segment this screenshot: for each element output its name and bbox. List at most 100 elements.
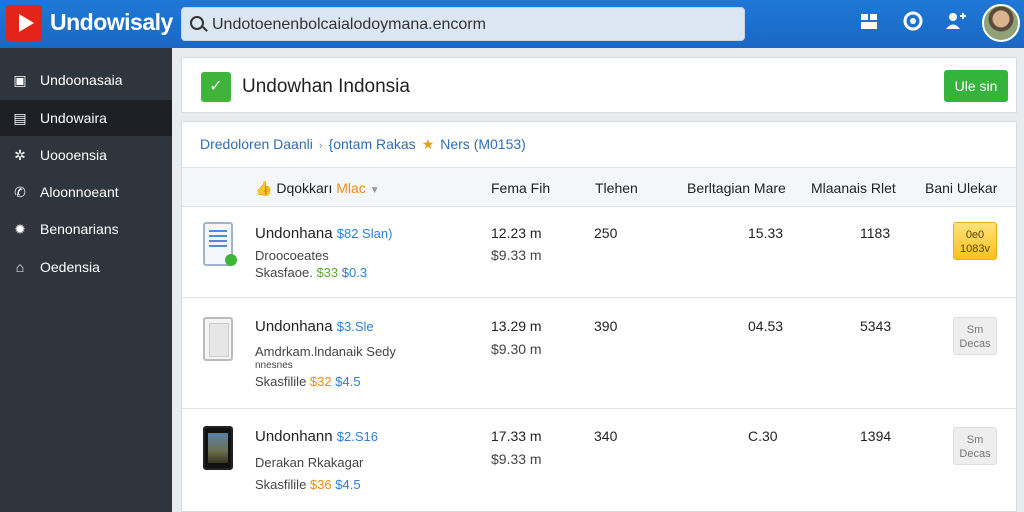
column-highlight: Mlac [336,180,366,196]
cell-value: C.30 [748,428,778,444]
home-icon: ⌂ [15,259,25,275]
status-button[interactable]: Sm Decas [953,317,997,355]
product-price: $3.Sle [336,319,374,334]
add-user-icon[interactable] [945,11,967,33]
cell-value: $9.33 m [491,451,542,467]
phone-icon [203,426,233,470]
column-header-product[interactable]: 👍 Dqokkarı Mlac ▼ [255,180,380,197]
product-meta: Skasfaoe. $33 $0.3 [255,265,367,280]
document-icon [203,222,237,266]
check-icon: ✓ [201,72,231,102]
cell-value: 17.33 m [491,428,542,444]
table-row[interactable]: Undonhana $3.Sle Amdrkam.lndanaik Sedy n… [182,299,1016,409]
cell-value: 04.53 [748,318,784,334]
cell-value: $9.33 m [491,247,542,263]
search-bar[interactable]: Undotoenenbolcaialodoymana.encorm [181,7,745,41]
sidebar-item-5[interactable]: ✹ Benonarians [0,211,172,247]
primary-button[interactable]: Ule sin [944,70,1008,102]
status-line: Sm [966,324,984,336]
sidebar-item-6[interactable]: ⌂ Oedensia [0,249,172,285]
meta-value: $4.5 [335,374,361,389]
breadcrumb-item[interactable]: Ners (M0153) [440,136,526,152]
sidebar-item-2[interactable]: ▤ Undowaira [0,100,172,136]
product-meta: Skasfilile $36 $4.5 [255,477,361,492]
calendar-icon: ▣ [13,72,27,88]
meta-price: $36 [309,477,332,492]
status-button[interactable]: Sm Decas [953,427,997,465]
cell-value: 250 [594,225,618,241]
chevron-right-icon: › [318,140,323,152]
star-icon: ★ [421,136,435,152]
status-line: 1083v [960,243,990,255]
sidebar-item-label: Undoonasaia [40,72,123,88]
column-header-2[interactable]: Tlehen [595,180,638,196]
thumbs-up-icon: 👍 [255,180,273,196]
cell-value: 5343 [860,318,892,334]
product-meta: Skasfilile $32 $4.5 [255,374,361,389]
gear-icon: ✹ [14,221,26,237]
page-title: Undowhan Indonsia [242,76,410,97]
sidebar: ▣ Undoonasaia ▤ Undowaira ✲ Uoooensia ✆ … [0,48,172,512]
cell-value: $9.30 m [491,341,542,357]
table-row[interactable]: Undonhana $82 Slan) Droocoeates Skasfaoe… [182,208,1016,298]
meta-price: $32 [309,374,332,389]
table-row[interactable]: Undonhann $2.S16 Derakan Rkakagar Skasfi… [182,410,1016,511]
sidebar-item-label: Benonarians [40,221,119,237]
meta-label: Skasfaoe. [255,265,313,280]
caret-down-icon: ▼ [369,185,380,196]
product-title: Undonhana [255,225,333,242]
tablet-icon [203,317,233,361]
product-table: Dredoloren Daanli › {ontam Rakas ★ Ners (M01… [181,121,1017,512]
grid-icon[interactable] [858,11,880,33]
breadcrumb: Dredoloren Daanli › {ontam Rakas ★ Ners (M01… [200,136,526,153]
product-name[interactable]: Undonhana $3.Sle [255,318,374,335]
user-avatar[interactable] [982,4,1020,42]
sidebar-item-1[interactable]: ▣ Undoonasaia [0,62,172,98]
cell-value: 15.33 [748,225,784,241]
product-subtitle: Derakan Rkakagar [255,455,364,470]
product-title: Undonhana [255,318,333,335]
search-input[interactable]: Undotoenenbolcaialodoymana.encorm [212,16,486,34]
breadcrumb-item[interactable]: Dredoloren Daanli [200,136,313,152]
column-header-5[interactable]: Bani Ulekar [925,180,997,196]
product-price: $82 Slan) [336,226,393,241]
meta-price: $33 [316,265,339,280]
sidebar-item-label: Undowaira [40,110,107,126]
status-button[interactable]: 0e0 1083v [953,222,997,260]
cell-value: 340 [594,428,618,444]
product-name[interactable]: Undonhann $2.S16 [255,428,378,445]
sidebar-item-label: Uoooensia [40,147,107,163]
cell-value: 1183 [860,225,891,241]
product-subtitle-extra: nnesnes [255,360,293,371]
cell-value: 390 [594,318,618,334]
breadcrumb-item[interactable]: {ontam Rakas [329,136,416,152]
product-name[interactable]: Undonhana $82 Slan) [255,225,392,242]
search-icon [190,16,204,30]
meta-value: $0.3 [341,265,368,280]
settings-icon[interactable] [902,11,924,33]
page-header: ✓ Undowhan Indonsia Ule sin [181,57,1017,113]
sidebar-item-label: Oedensia [40,259,100,275]
sidebar-item-4[interactable]: ✆ Aloonnoeant [0,174,172,210]
table-header: 👍 Dqokkarı Mlac ▼ Fema Fih Tlehen Berlta… [182,167,1016,207]
product-subtitle: Droocoeates [255,248,329,263]
brand-name[interactable]: Undowisaly [50,9,173,36]
top-bar: Undowisaly Undotoenenbolcaialodoymana.en… [0,0,1024,48]
cell-value: 13.29 m [491,318,542,334]
sidebar-item-label: Aloonnoeant [40,184,119,200]
status-line: Decas [959,338,991,350]
product-title: Undonhann [255,428,333,445]
meta-label: Skasfilile [255,477,307,492]
status-line: Decas [959,448,991,460]
check-badge-icon [225,254,237,266]
cell-value: 1394 [860,428,892,444]
column-label: Dqokkarı [276,180,333,196]
meta-value: $4.5 [335,477,361,492]
product-price: $2.S16 [336,429,378,444]
logo-play-icon[interactable] [6,5,42,41]
column-header-4[interactable]: Mlaanais Rlet [811,180,896,196]
column-header-1[interactable]: Fema Fih [491,180,550,196]
sidebar-item-3[interactable]: ✲ Uoooensia [0,137,172,173]
meta-label: Skasfilile [255,374,307,389]
column-header-3[interactable]: Berltagian Mare [687,180,786,196]
